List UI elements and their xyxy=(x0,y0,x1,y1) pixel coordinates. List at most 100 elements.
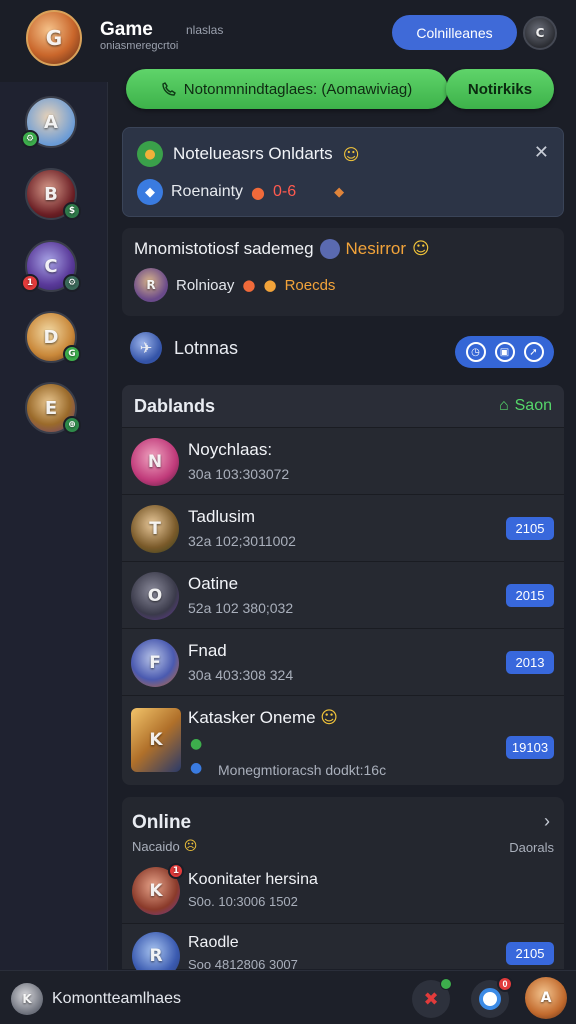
sidebar-avatar-1[interactable]: A ⚙ xyxy=(21,96,77,148)
notification-score: 0-6 xyxy=(273,183,297,200)
call-status-button[interactable]: Notonmnindtaglaes: (Aomawiviag) xyxy=(126,69,448,109)
table-row[interactable]: K Katasker Oneme ☺ ● ● Monegmtioracsh do… xyxy=(122,695,564,785)
friend-status: 30a 403:308 324 xyxy=(188,667,294,683)
online-right-label: Daorals xyxy=(509,840,554,855)
friend-avatar: N xyxy=(131,438,179,486)
unread-count-badge: 1 xyxy=(168,863,184,879)
notification-title: Notelueasrs Onldarts xyxy=(173,144,333,163)
list-item[interactable]: K 1 Koonitater hersina S0o. 10:3006 1502 xyxy=(122,863,564,923)
profile-avatar[interactable]: C xyxy=(523,16,557,50)
bird-icon: ✈ xyxy=(130,332,162,364)
online-avatar: K 1 xyxy=(132,863,184,915)
face-emoji-icon: ☺ xyxy=(411,239,430,259)
event-detail: Rolnioay xyxy=(176,276,235,294)
friend-avatar: T xyxy=(131,505,179,553)
event-title: Mnomistotiosf sademeg xyxy=(134,239,314,258)
list-item[interactable]: R Raodle Soo 4812806 3007 2105 xyxy=(122,923,564,980)
event-avatar: R xyxy=(134,268,168,302)
my-status-text: Komontteamlhaes xyxy=(52,990,181,1007)
leaf-icon: ● xyxy=(190,736,203,752)
level-badge: 2105 xyxy=(506,517,554,540)
friend-name: Noychlaas: xyxy=(188,440,273,459)
section-title: Lotnnas xyxy=(174,337,239,358)
section-header: ✈ Lotnnas xyxy=(130,332,238,364)
drop-icon: ● xyxy=(190,760,203,776)
sidebar-avatar-5[interactable]: E ⊕ xyxy=(25,382,81,434)
unread-count-badge: 1 xyxy=(21,274,39,292)
level-badge: 2015 xyxy=(506,584,554,607)
friend-avatar: O xyxy=(131,572,179,620)
section-toolbar: ◷ ▣ ➚ xyxy=(455,336,554,368)
notification-detail: Roenainty xyxy=(171,183,244,200)
shield-icon: ◆ xyxy=(137,179,163,205)
gem-icon: ◆ xyxy=(334,184,345,200)
smile-emoji-icon: ☺ xyxy=(342,144,360,164)
app-header: G Game nlaslas oniasmeregcrtoi Colnillea… xyxy=(0,0,576,72)
friend-avatar: K xyxy=(131,708,181,772)
sidebar-avatar-2[interactable]: B $ xyxy=(25,168,81,220)
online-subtitle: Nacaido ☹ xyxy=(132,839,198,854)
sidebar-avatar-4[interactable]: D G xyxy=(25,311,81,363)
add-badge-icon: ⊕ xyxy=(63,416,81,434)
notification-card[interactable]: ● Notelueasrs Onldarts ☺ ◆ Roenainty ● 0… xyxy=(122,127,564,217)
notify-button[interactable]: Notirkiks xyxy=(446,69,554,109)
friends-list-header: Dablands ⌂ Saon xyxy=(122,385,564,427)
table-row[interactable]: O Oatine 52a 102 380;032 2015 xyxy=(122,561,564,628)
coin-icon: ● xyxy=(263,276,277,294)
trophy-icon: ● xyxy=(137,141,163,167)
online-name: Raodle xyxy=(188,934,239,951)
fire-icon: ● xyxy=(242,276,256,294)
online-title: Online xyxy=(132,812,192,833)
shield-toggle-icon[interactable]: ▣ xyxy=(494,342,515,362)
online-status: S0o. 10:3006 1502 xyxy=(188,894,298,909)
friend-status: Monegmtioracsh dodkt:16c xyxy=(218,762,387,778)
online-name: Koonitater hersina xyxy=(188,871,318,888)
friend-status: 52a 102 380;032 xyxy=(188,600,294,616)
table-row[interactable]: F Fnad 30a 403:308 324 2013 xyxy=(122,628,564,695)
quick-profile-avatar[interactable]: A xyxy=(525,977,567,1019)
table-row[interactable]: T Tadlusim 32a 102;3011002 2105 xyxy=(122,494,564,561)
level-badge: 19103 xyxy=(506,736,554,759)
game-badge-icon: G xyxy=(63,345,81,363)
friends-list-title: Dablands xyxy=(134,395,216,416)
app-subtitle: oniasmeregcrtoi xyxy=(100,40,179,52)
close-icon[interactable]: ✕ xyxy=(534,142,549,163)
notification-count-badge: 0 xyxy=(497,976,513,992)
level-badge: 2013 xyxy=(506,651,554,674)
home-icon: ⌂ xyxy=(498,397,509,414)
primary-button[interactable]: Colnilleanes xyxy=(392,15,517,50)
friend-name: Tadlusim xyxy=(188,507,256,526)
friend-name: Fnad xyxy=(188,641,227,660)
settings-badge-icon: ⚙ xyxy=(63,274,81,292)
friends-list: Dablands ⌂ Saon N Noychlaas: 30a 103:303… xyxy=(122,385,564,785)
ring-icon xyxy=(479,988,501,1010)
bottom-status-bar: K Komontteamlhaes ✖ 0 A xyxy=(0,970,576,1024)
close-icon[interactable]: ✖ xyxy=(412,978,452,1018)
status-ring-button[interactable]: 0 xyxy=(471,976,513,1018)
friend-name: Oatine xyxy=(188,574,239,593)
chevron-right-icon[interactable]: › xyxy=(544,811,550,832)
online-dot-icon xyxy=(440,978,452,990)
fire-icon: ● xyxy=(251,182,266,202)
face-emoji-icon: ☺ xyxy=(320,708,339,728)
face-emoji-icon: ☹ xyxy=(183,839,198,854)
event-accent-2: Roecds xyxy=(284,276,336,294)
online-badge-icon: ⚙ xyxy=(21,130,39,148)
online-panel: Online › Nacaido ☹ Daorals K 1 Koonitate… xyxy=(122,797,564,980)
my-avatar[interactable]: K xyxy=(11,983,43,1015)
friend-status: 32a 102;3011002 xyxy=(188,533,296,549)
status-badge-icon: $ xyxy=(63,202,81,220)
globe-icon xyxy=(319,239,340,259)
sidebar-avatar-3[interactable]: C 1 ⚙ xyxy=(21,240,81,292)
table-row[interactable]: N Noychlaas: 30a 103:303072 xyxy=(122,427,564,494)
phone-icon xyxy=(162,82,176,96)
friend-avatar: F xyxy=(131,639,179,687)
compass-icon[interactable]: ➚ xyxy=(523,342,544,362)
level-badge: 2105 xyxy=(506,942,554,965)
title-tag: nlaslas xyxy=(186,23,224,37)
game-logo[interactable]: G xyxy=(26,10,82,66)
call-status-label: Notonmnindtaglaes: (Aomawiviag) xyxy=(183,80,413,98)
friends-list-action[interactable]: ⌂ Saon xyxy=(499,397,552,415)
event-card[interactable]: Mnomistotiosf sademeg Nesirror ☺ R Rolni… xyxy=(122,228,564,316)
clock-icon[interactable]: ◷ xyxy=(465,342,486,362)
